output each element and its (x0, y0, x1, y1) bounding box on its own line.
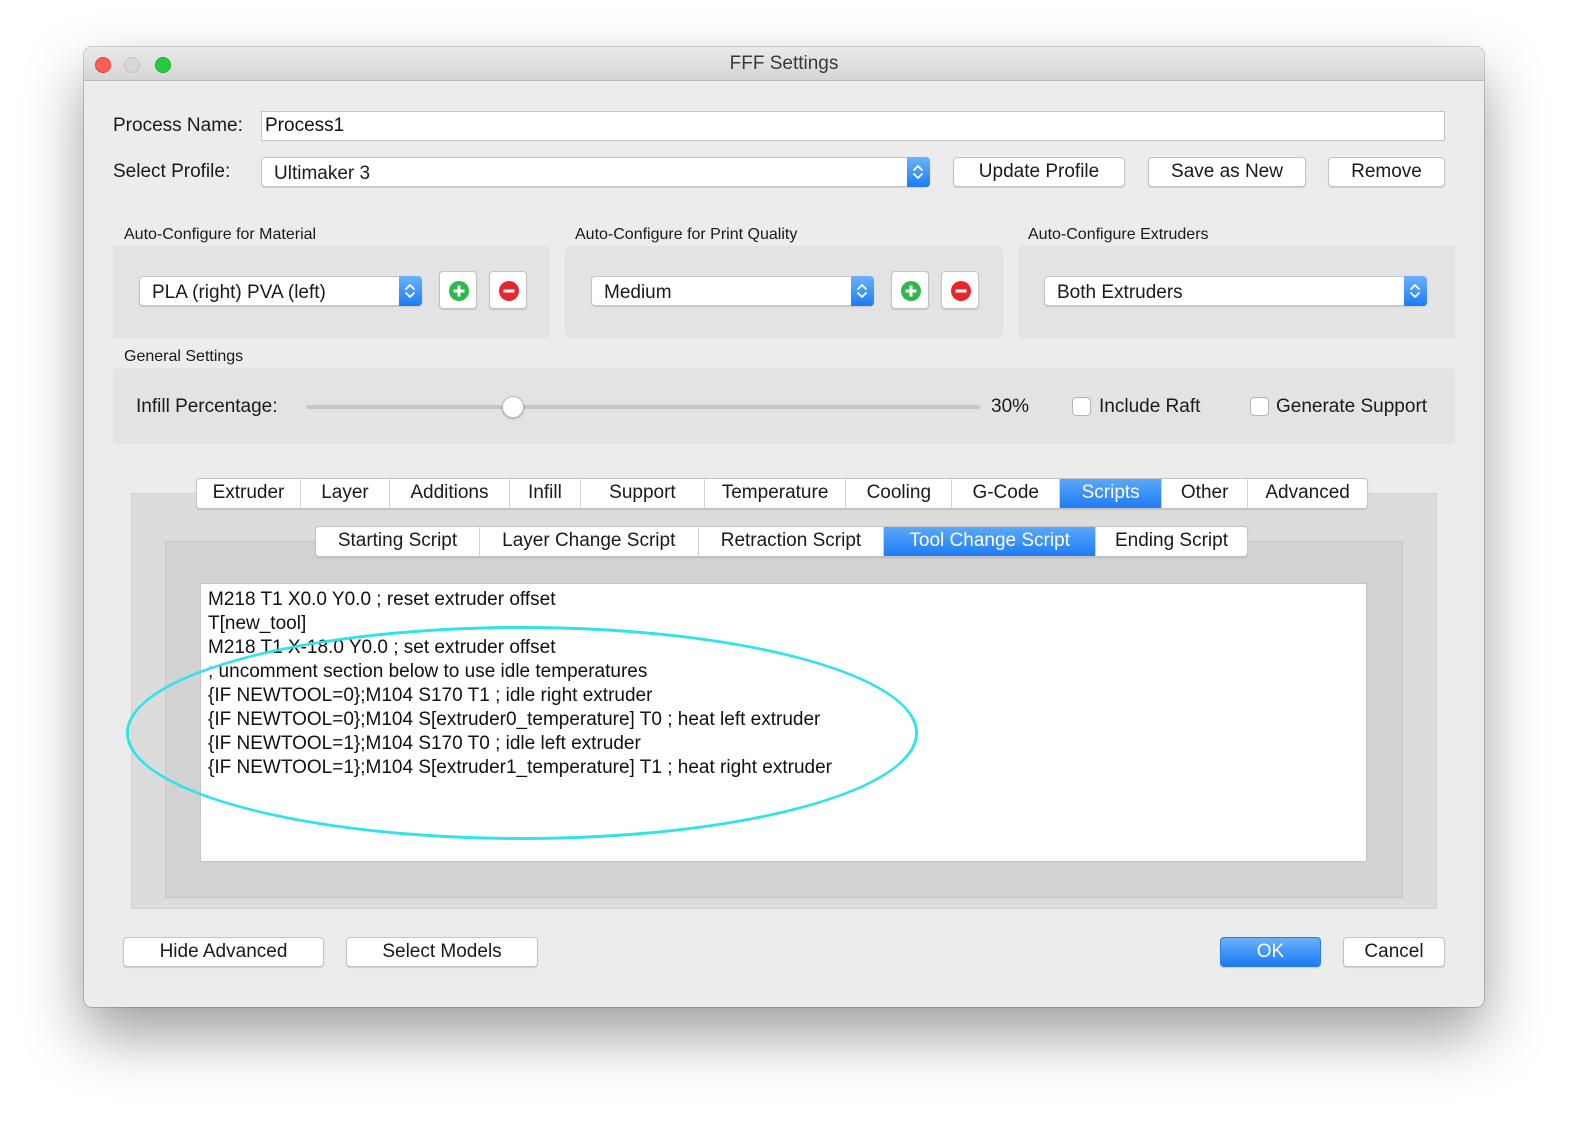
chevron-up-down-icon (907, 157, 930, 187)
update-profile-button[interactable]: Update Profile (953, 157, 1125, 187)
subtab-starting-script[interactable]: Starting Script (316, 527, 480, 556)
script-tab-bar: Starting Script Layer Change Script Retrac… (315, 526, 1248, 557)
title-bar[interactable]: FFF Settings (84, 47, 1484, 81)
material-select-value: PLA (right) PVA (left) (152, 282, 326, 303)
quality-select-value: Medium (604, 282, 672, 303)
infill-slider-track (306, 405, 980, 409)
script-line: ; uncomment section below to use idle te… (208, 661, 648, 682)
process-name-input[interactable] (261, 111, 1445, 141)
remove-quality-button[interactable] (941, 271, 979, 309)
generate-support-checkbox[interactable] (1250, 397, 1269, 416)
generate-support-label: Generate Support (1276, 396, 1428, 417)
tab-layer[interactable]: Layer (301, 479, 391, 508)
quality-select[interactable]: Medium (591, 276, 874, 306)
general-settings-panel: Infill Percentage: 30% Include Raft Gene… (113, 368, 1455, 444)
tab-extruder[interactable]: Extruder (197, 479, 301, 508)
tab-temperature[interactable]: Temperature (705, 479, 847, 508)
script-line: {IF NEWTOOL=0};M104 S[extruder0_temperat… (208, 709, 821, 730)
cancel-button[interactable]: Cancel (1343, 937, 1445, 967)
tab-additions[interactable]: Additions (390, 479, 510, 508)
general-settings-title: General Settings (124, 348, 244, 365)
auto-material-title: Auto-Configure for Material (124, 226, 317, 243)
infill-percentage-label: Infill Percentage: (136, 396, 278, 417)
subtab-retraction-script[interactable]: Retraction Script (699, 527, 885, 556)
add-quality-button[interactable] (891, 271, 929, 309)
infill-slider-knob[interactable] (502, 396, 524, 418)
auto-quality-title: Auto-Configure for Print Quality (575, 226, 798, 243)
chevron-up-down-icon (399, 276, 422, 306)
process-name-label: Process Name: (113, 115, 243, 136)
script-line: {IF NEWTOOL=1};M104 S[extruder1_temperat… (208, 757, 832, 778)
plus-circle-icon (901, 281, 921, 301)
auto-extruders-panel: Both Extruders (1018, 246, 1455, 338)
hide-advanced-button[interactable]: Hide Advanced (123, 937, 324, 967)
script-line: M218 T1 X0.0 Y0.0 ; reset extruder offse… (208, 589, 556, 610)
auto-material-panel: PLA (right) PVA (left) (113, 246, 550, 338)
script-line: T[new_tool] (208, 613, 307, 634)
fff-settings-window: FFF Settings Process Name: Select Profil… (84, 47, 1484, 1007)
chevron-up-down-icon (1404, 276, 1427, 306)
tool-change-script-editor[interactable]: M218 T1 X0.0 Y0.0 ; reset extruder offse… (200, 583, 1367, 862)
extruders-select-value: Both Extruders (1057, 282, 1183, 303)
remove-material-button[interactable] (489, 271, 527, 309)
tab-advanced[interactable]: Advanced (1248, 479, 1367, 508)
select-profile-label: Select Profile: (113, 161, 231, 182)
extruders-select[interactable]: Both Extruders (1044, 276, 1427, 306)
tab-g-code[interactable]: G-Code (952, 479, 1061, 508)
remove-profile-button[interactable]: Remove (1328, 157, 1445, 187)
subtab-layer-change-script[interactable]: Layer Change Script (480, 527, 699, 556)
infill-value: 30% (991, 396, 1030, 417)
tab-other[interactable]: Other (1162, 479, 1249, 508)
include-raft-checkbox[interactable] (1072, 397, 1091, 416)
auto-extruders-title: Auto-Configure Extruders (1028, 226, 1209, 243)
script-line: {IF NEWTOOL=1};M104 S170 T0 ; idle left … (208, 733, 641, 754)
material-select[interactable]: PLA (right) PVA (left) (139, 276, 422, 306)
script-line: {IF NEWTOOL=0};M104 S170 T1 ; idle right… (208, 685, 653, 706)
tab-support[interactable]: Support (581, 479, 705, 508)
tab-cooling[interactable]: Cooling (846, 479, 953, 508)
tab-scripts[interactable]: Scripts (1060, 479, 1163, 508)
select-models-button[interactable]: Select Models (346, 937, 538, 967)
ok-button[interactable]: OK (1220, 937, 1321, 967)
window-title: FFF Settings (729, 53, 839, 74)
main-tab-bar: Extruder Layer Additions Infill Support Tempe… (196, 478, 1368, 509)
script-line: M218 T1 X-18.0 Y0.0 ; set extruder offse… (208, 637, 556, 658)
profile-select[interactable]: Ultimaker 3 (261, 157, 930, 187)
profile-select-value: Ultimaker 3 (274, 163, 371, 184)
minus-circle-icon (951, 281, 971, 301)
subtab-ending-script[interactable]: Ending Script (1096, 527, 1247, 556)
save-as-new-button[interactable]: Save as New (1148, 157, 1306, 187)
infill-slider[interactable] (306, 394, 980, 420)
auto-quality-panel: Medium (565, 246, 1003, 338)
add-material-button[interactable] (439, 271, 477, 309)
include-raft-label: Include Raft (1099, 396, 1201, 417)
minus-circle-icon (499, 281, 519, 301)
subtab-tool-change-script[interactable]: Tool Change Script (884, 527, 1096, 556)
plus-circle-icon (449, 281, 469, 301)
chevron-up-down-icon (851, 276, 874, 306)
tab-infill[interactable]: Infill (510, 479, 582, 508)
